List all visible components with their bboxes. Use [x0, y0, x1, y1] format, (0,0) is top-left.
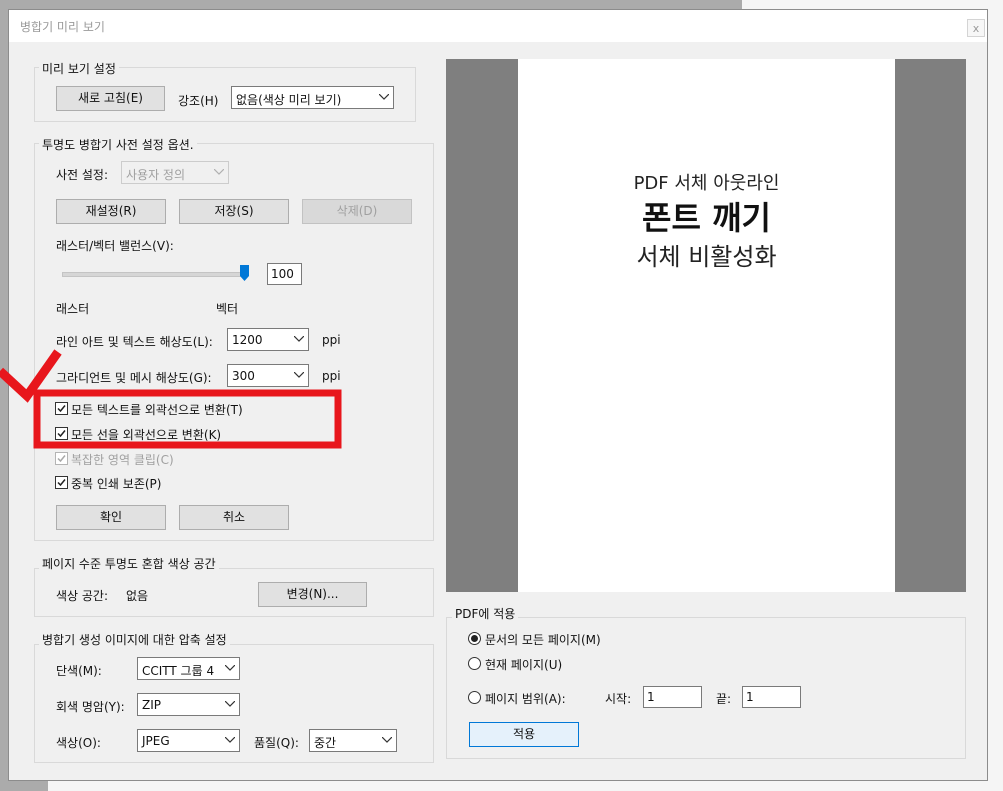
preview-settings-legend: 미리 보기 설정 — [39, 60, 119, 77]
apply-button[interactable]: 적용 — [469, 722, 579, 747]
background-window-right — [988, 0, 1003, 791]
background-window-bottom — [48, 781, 1003, 791]
quality-select[interactable]: 중간 — [309, 729, 397, 752]
page-range-radio[interactable] — [468, 691, 481, 704]
gray-compression-select[interactable]: ZIP — [137, 693, 240, 716]
convert-text-outlines-label[interactable]: 모든 텍스트를 외곽선으로 변환(T) — [71, 401, 243, 418]
lineart-ppi-unit: ppi — [322, 333, 341, 347]
end-page-value: 1 — [746, 690, 754, 704]
preview-text-line2: 폰트 깨기 — [642, 199, 771, 237]
save-button[interactable]: 저장(S) — [179, 199, 289, 224]
change-color-space-button[interactable]: 변경(N)... — [258, 582, 367, 607]
preview-page: PDF 서체 아웃라인 폰트 깨기 서체 비활성화 — [518, 59, 895, 592]
balance-slider[interactable] — [62, 265, 252, 285]
quality-label: 품질(Q): — [254, 736, 299, 750]
gradient-resolution-select[interactable]: 300 — [227, 364, 309, 387]
balance-value: 100 — [271, 267, 294, 281]
balance-label: 래스터/벡터 밸런스(V): — [56, 239, 174, 253]
chevron-down-icon — [290, 365, 308, 386]
highlight-label: 강조(H) — [178, 94, 219, 108]
balance-input[interactable]: 100 — [267, 263, 302, 285]
color-space-value: 없음 — [126, 589, 149, 603]
lineart-resolution-value: 1200 — [232, 333, 263, 347]
chevron-down-icon — [221, 730, 239, 751]
radio-selected-dot — [471, 635, 478, 642]
gradient-resolution-value: 300 — [232, 369, 255, 383]
preset-select[interactable]: 사용자 정의 — [121, 161, 229, 184]
gradient-resolution-label: 그라디언트 및 메시 해상도(G): — [56, 371, 212, 385]
preserve-overprint-checkbox[interactable] — [55, 476, 68, 489]
lineart-resolution-label: 라인 아트 및 텍스트 해상도(L): — [56, 335, 213, 349]
page-range-label[interactable]: 페이지 범위(A): — [485, 690, 566, 707]
gray-compression-value: ZIP — [142, 698, 161, 712]
clip-complex-regions-label[interactable]: 복잡한 영역 클립(C) — [71, 451, 174, 468]
color-compression-value: JPEG — [142, 734, 170, 748]
end-page-input[interactable]: 1 — [742, 686, 801, 708]
ok-button[interactable]: 확인 — [56, 505, 166, 530]
end-page-label: 끝: — [716, 692, 732, 706]
quality-value: 중간 — [314, 736, 337, 750]
convert-text-outlines-checkbox[interactable] — [55, 402, 68, 415]
convert-strokes-outlines-label[interactable]: 모든 선을 외곽선으로 변환(K) — [71, 426, 221, 443]
start-page-input[interactable]: 1 — [643, 686, 702, 708]
gray-label: 회색 명암(Y): — [56, 700, 125, 714]
all-pages-label[interactable]: 문서의 모든 페이지(M) — [485, 631, 601, 648]
dialog-title: 병합기 미리 보기 — [20, 20, 105, 34]
gradient-ppi-unit: ppi — [322, 369, 341, 383]
preset-value: 사용자 정의 — [126, 168, 186, 182]
delete-button[interactable]: 삭제(D) — [302, 199, 412, 224]
blend-space-legend: 페이지 수준 투명도 혼합 색상 공간 — [39, 555, 219, 572]
mono-label: 단색(M): — [56, 664, 102, 678]
clip-complex-regions-checkbox[interactable] — [55, 452, 68, 465]
mono-compression-value: CCITT 그룹 4 — [142, 664, 215, 678]
flattener-preview-dialog: 병합기 미리 보기 x 미리 보기 설정 새로 고침(E) 강조(H) 없음(색… — [8, 9, 988, 781]
preset-options-legend: 투명도 병합기 사전 설정 옵션. — [39, 136, 197, 153]
mono-compression-select[interactable]: CCITT 그룹 4 — [137, 657, 240, 680]
color-label: 색상(O): — [56, 736, 101, 750]
preview-area[interactable]: PDF 서체 아웃라인 폰트 깨기 서체 비활성화 — [446, 59, 966, 592]
chevron-down-icon — [210, 162, 228, 183]
refresh-button[interactable]: 새로 고침(E) — [56, 86, 165, 111]
vector-label: 벡터 — [216, 302, 239, 316]
all-pages-radio[interactable] — [468, 632, 481, 645]
reset-button[interactable]: 재설정(R) — [56, 199, 166, 224]
apply-to-pdf-legend: PDF에 적용 — [452, 605, 519, 622]
preserve-overprint-label[interactable]: 중복 인쇄 보존(P) — [71, 475, 161, 492]
start-page-value: 1 — [647, 690, 655, 704]
color-compression-select[interactable]: JPEG — [137, 729, 240, 752]
chevron-down-icon — [221, 694, 239, 715]
slider-thumb[interactable] — [240, 265, 249, 281]
highlight-select[interactable]: 없음(색상 미리 보기) — [231, 86, 394, 109]
raster-label: 래스터 — [56, 302, 90, 316]
preview-text-line1: PDF 서체 아웃라인 — [633, 173, 780, 194]
lineart-resolution-select[interactable]: 1200 — [227, 328, 309, 351]
title-bar: 병합기 미리 보기 x — [9, 10, 987, 42]
preset-label: 사전 설정: — [56, 168, 109, 182]
convert-strokes-outlines-checkbox[interactable] — [55, 427, 68, 440]
compression-legend: 병합기 생성 이미지에 대한 압축 설정 — [39, 631, 230, 648]
close-button[interactable]: x — [967, 19, 985, 37]
chevron-down-icon — [290, 329, 308, 350]
chevron-down-icon — [378, 730, 396, 751]
start-page-label: 시작: — [605, 692, 632, 706]
current-page-radio[interactable] — [468, 657, 481, 670]
cancel-button[interactable]: 취소 — [179, 505, 289, 530]
highlight-value: 없음(색상 미리 보기) — [236, 93, 342, 107]
color-space-label: 색상 공간: — [56, 589, 109, 603]
chevron-down-icon — [375, 87, 393, 108]
chevron-down-icon — [221, 658, 239, 679]
background-window — [742, 0, 1003, 9]
slider-track — [62, 272, 246, 277]
preview-text-line3: 서체 비활성화 — [636, 243, 777, 271]
current-page-label[interactable]: 현재 페이지(U) — [485, 656, 562, 673]
